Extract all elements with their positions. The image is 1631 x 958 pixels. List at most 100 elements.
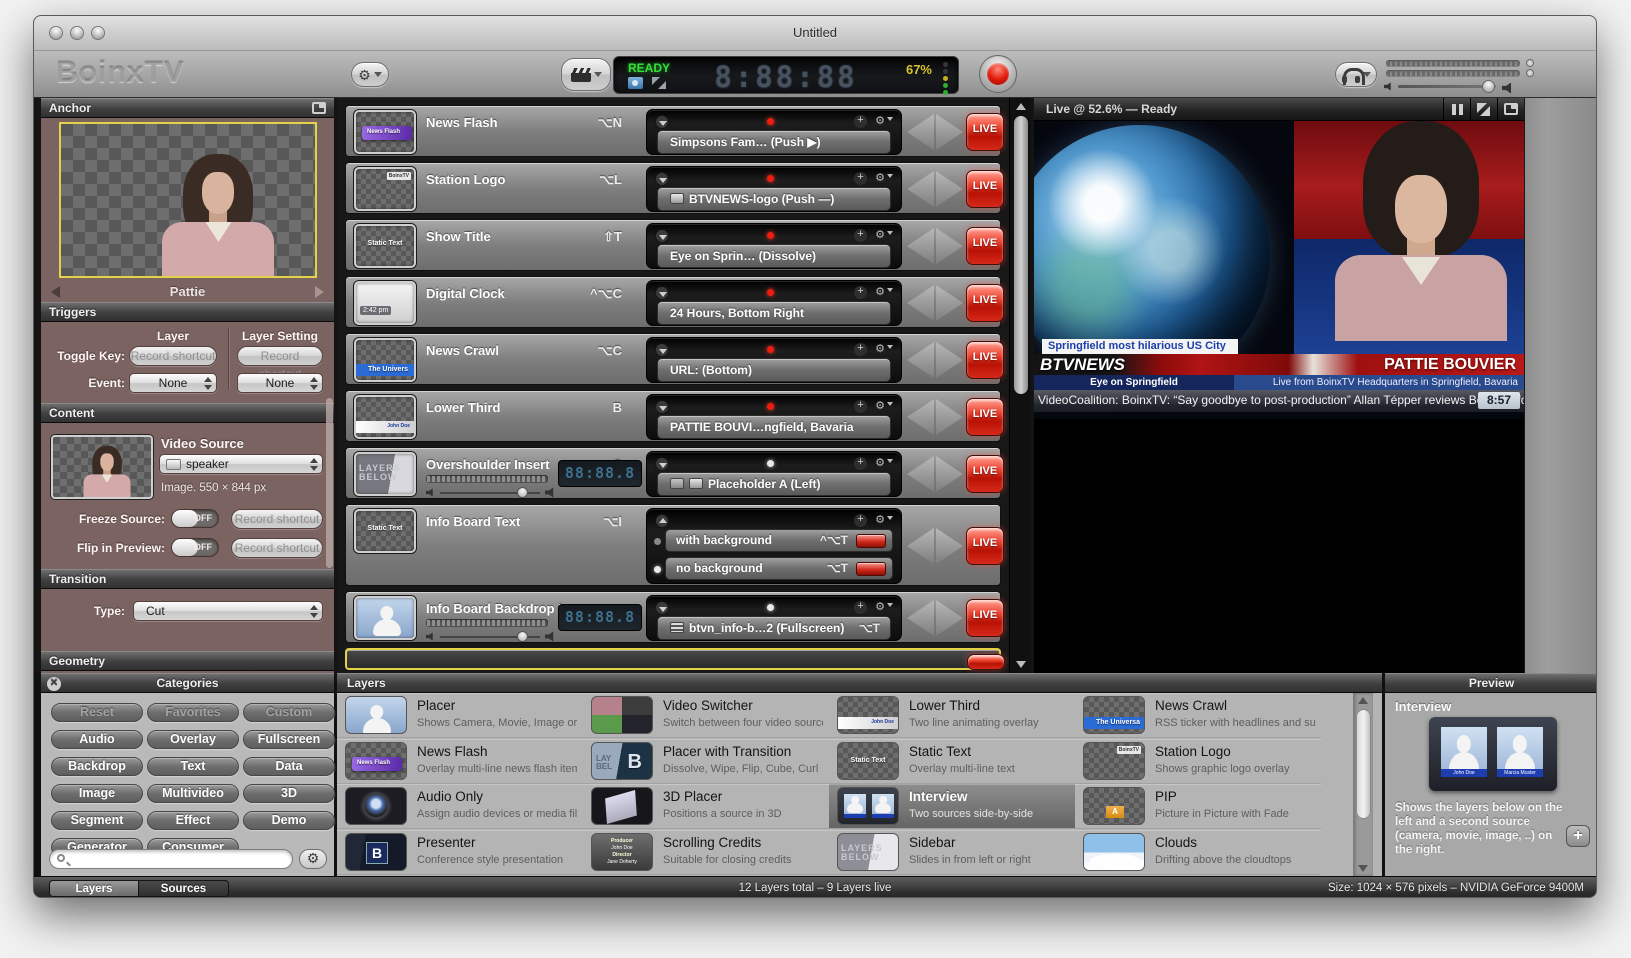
next-preset-arrow[interactable]	[936, 114, 963, 150]
event-dropdown[interactable]: None	[129, 373, 217, 393]
category-button-text[interactable]: Text	[147, 757, 239, 776]
pause-button[interactable]	[1443, 98, 1470, 121]
browser-item-placer-with-transition[interactable]: BLAY BELPlacer with TransitionDissolve, …	[583, 739, 829, 784]
search-options-button[interactable]: ⚙	[299, 849, 327, 869]
add-preset-button[interactable]: +	[854, 514, 867, 527]
preset-button[interactable]: btvn_info-b…2 (Fullscreen)⌥T	[657, 616, 891, 640]
add-preset-button[interactable]: +	[854, 601, 867, 614]
preset-button[interactable]: PATTIE BOUVI…ngfield, Bavaria	[657, 415, 891, 439]
preset-button[interactable]: URL: (Bottom)	[657, 358, 891, 382]
preset-button[interactable]: Simpsons Fam… (Push ▶)	[657, 130, 891, 154]
volume-slider-knob[interactable]	[1482, 80, 1495, 93]
disclosure-button[interactable]	[655, 514, 669, 528]
category-button-effect[interactable]: Effect	[147, 811, 239, 830]
preset-gear-button[interactable]: ⚙	[875, 228, 893, 241]
disclosure-button[interactable]	[655, 172, 669, 186]
live-button[interactable]: LIVE	[966, 113, 1004, 151]
scroll-up-arrow[interactable]	[1358, 697, 1368, 704]
preset-live-button[interactable]	[856, 534, 886, 548]
category-button-overlay[interactable]: Overlay	[147, 730, 239, 749]
previous-preset-arrow[interactable]	[907, 228, 934, 264]
category-button-custom[interactable]: Custom	[243, 703, 335, 722]
live-button[interactable]	[967, 654, 1005, 670]
browser-item-scrolling-credits[interactable]: ProducerJohn DoeDirectorJane DohertyScro…	[583, 830, 829, 875]
live-button[interactable]: LIVE	[966, 599, 1004, 637]
category-button-image[interactable]: Image	[51, 784, 143, 803]
record-button[interactable]	[979, 55, 1017, 93]
add-preset-button[interactable]: +	[854, 343, 867, 356]
scrollbar-thumb[interactable]	[1356, 709, 1371, 819]
disclosure-button[interactable]	[655, 286, 669, 300]
anchor-preview[interactable]	[59, 122, 317, 278]
category-button-fullscreen[interactable]: Fullscreen	[243, 730, 335, 749]
settings-gear-button[interactable]: ⚙	[351, 62, 389, 87]
browser-item-news-flash[interactable]: News FlashNews FlashOverlay multi-line n…	[337, 739, 583, 784]
live-button[interactable]: LIVE	[966, 227, 1004, 265]
layer-row-selected-partial[interactable]	[345, 648, 1001, 670]
browser-item-presenter[interactable]: BPresenterConference style presentation	[337, 830, 583, 875]
browser-item-placer[interactable]: PlacerShows Camera, Movie, Image or Anim…	[337, 693, 583, 738]
browser-item-audio-only[interactable]: Audio OnlyAssign audio devices or media …	[337, 784, 583, 829]
layer-row[interactable]: LAYERS BELOWOvershoulder InsertS88:88.8+…	[345, 447, 1001, 499]
volume-slider[interactable]	[426, 632, 556, 642]
browser-item-pip[interactable]: APIPPicture in Picture with Fade	[1075, 784, 1321, 829]
category-button-demo[interactable]: Demo	[243, 811, 335, 830]
add-preset-button[interactable]: +	[854, 457, 867, 470]
category-button-audio[interactable]: Audio	[51, 730, 143, 749]
add-preset-button[interactable]: +	[854, 286, 867, 299]
next-preset-arrow[interactable]	[936, 399, 963, 435]
add-preset-button[interactable]: +	[854, 115, 867, 128]
live-button[interactable]: LIVE	[966, 527, 1004, 565]
layer-row[interactable]: 2:42 pmDigital Clock^⌥C+⚙24 Hours, Botto…	[345, 276, 1001, 328]
live-button[interactable]: LIVE	[966, 284, 1004, 322]
audio-monitor-button[interactable]	[1335, 62, 1377, 87]
disclosure-button[interactable]	[655, 400, 669, 414]
popout-button[interactable]	[1497, 98, 1524, 121]
disclosure-button[interactable]	[655, 601, 669, 615]
browser-item-clouds[interactable]: CloudsDrifting above the cloudtops	[1075, 830, 1321, 875]
recording-mode-button[interactable]	[561, 58, 611, 91]
scroll-down-arrow[interactable]	[1358, 865, 1368, 872]
category-button-backdrop[interactable]: Backdrop	[51, 757, 143, 776]
preset-gear-button[interactable]: ⚙	[875, 114, 893, 127]
layer-row[interactable]: Static TextShow Title⇧T+⚙Eye on Sprin… (…	[345, 219, 1001, 271]
category-button-data[interactable]: Data	[243, 757, 335, 776]
category-button-segment[interactable]: Segment	[51, 811, 143, 830]
browser-item-sidebar[interactable]: LAYERS BELOWSidebarSlides in from left o…	[829, 830, 1075, 875]
browser-item-lower-third[interactable]: John DoeLower ThirdTwo line animating ov…	[829, 693, 1075, 738]
category-button-3d[interactable]: 3D	[243, 784, 335, 803]
event-dropdown[interactable]: None	[237, 373, 323, 393]
live-button[interactable]: LIVE	[966, 170, 1004, 208]
preset-gear-button[interactable]: ⚙	[875, 399, 893, 412]
next-preset-arrow[interactable]	[936, 228, 963, 264]
browser-item-static-text[interactable]: Static TextStatic TextOverlay multi-line…	[829, 739, 1075, 784]
browser-item-interview[interactable]: InterviewTwo sources side-by-side	[829, 784, 1075, 829]
category-button-reset[interactable]: Reset	[51, 703, 143, 722]
add-preset-button[interactable]: +	[854, 172, 867, 185]
next-preset-arrow[interactable]	[936, 528, 963, 564]
scrollbar-thumb[interactable]	[1014, 116, 1028, 394]
browser-item-station-logo[interactable]: BoinxTVStation LogoShows graphic logo ov…	[1075, 739, 1321, 784]
preset-button[interactable]: BTVNEWS-logo (Push —)	[657, 187, 891, 211]
inspector-scrollbar-thumb[interactable]	[326, 398, 333, 568]
category-button-favorites[interactable]: Favorites	[147, 703, 239, 722]
browser-item-video-switcher[interactable]: Video SwitcherSwitch between four video …	[583, 693, 829, 738]
previous-preset-arrow[interactable]	[907, 456, 934, 492]
layer-row[interactable]: News FlashNews Flash⌥N+⚙Simpsons Fam… (P…	[345, 105, 1001, 157]
add-preset-button[interactable]: +	[854, 400, 867, 413]
previous-preset-arrow[interactable]	[907, 285, 934, 321]
next-preset-arrow[interactable]	[936, 600, 963, 636]
volume-slider[interactable]	[426, 488, 556, 498]
disclosure-button[interactable]	[655, 343, 669, 357]
browser-scrollbar[interactable]	[1353, 693, 1373, 876]
popout-icon[interactable]	[312, 103, 326, 114]
browser-item-news-crawl[interactable]: The UniversaNews CrawlRSS ticker with he…	[1075, 693, 1321, 738]
layer-row[interactable]: The UniversNews Crawl⌥C+⚙URL: (Bottom)LI…	[345, 333, 1001, 385]
preset-row[interactable]: with background^⌥T	[665, 529, 893, 552]
fullscreen-button[interactable]	[1470, 98, 1497, 121]
search-field[interactable]	[49, 849, 293, 869]
layer-row[interactable]: Info Board Backdrop Loop88:88.8+⚙btvn_in…	[345, 591, 1001, 643]
next-preset-arrow[interactable]	[936, 456, 963, 492]
close-icon[interactable]: ✕	[47, 677, 61, 691]
search-input[interactable]	[74, 851, 284, 867]
